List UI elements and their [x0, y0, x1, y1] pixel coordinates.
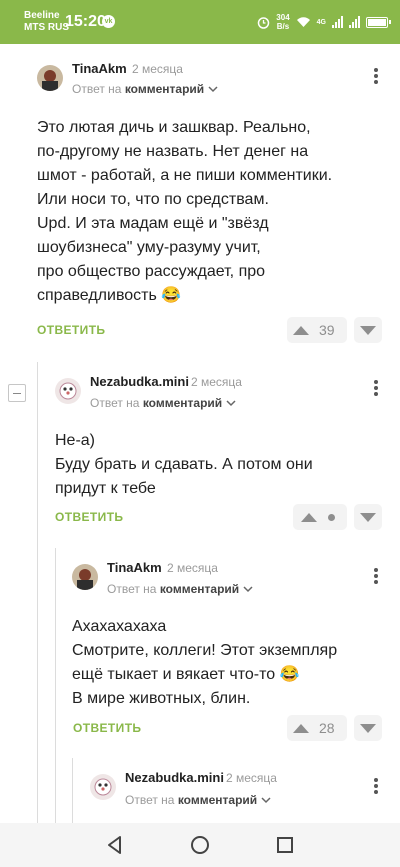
triangle-up-icon[interactable]: [293, 325, 309, 335]
reply-to-target: комментарий: [142, 396, 223, 410]
author-name[interactable]: Nezabudka.mini: [90, 374, 189, 389]
reply-to-link[interactable]: Ответ на комментарий: [125, 793, 271, 807]
comment-text: Не-а) Буду брать и сдавать. А потом они …: [55, 429, 313, 501]
author-name[interactable]: Nezabudka.mini: [125, 770, 224, 785]
vote-box: 28: [287, 715, 347, 741]
text-line: В мире животных, блин.: [72, 690, 251, 707]
reply-to-prefix: Ответ на: [90, 396, 140, 410]
chevron-down-icon: [225, 400, 236, 407]
avatar[interactable]: [37, 65, 63, 91]
chevron-down-icon: [260, 797, 271, 804]
circle-home-icon[interactable]: [188, 833, 212, 857]
reply-button[interactable]: ОТВЕТИТЬ: [37, 323, 105, 337]
vote-score: 28: [319, 720, 335, 736]
chevron-down-icon: [242, 586, 253, 593]
reply-to-prefix: Ответ на: [125, 793, 175, 807]
avatar[interactable]: [90, 774, 116, 800]
reply-to-prefix: Ответ на: [72, 82, 122, 96]
text-line: Ахахахахаха: [72, 618, 167, 635]
vk-notification-icon: vk: [102, 15, 115, 28]
triangle-down-icon: [360, 325, 376, 335]
text-line: Не-а): [55, 432, 96, 449]
speed-unit: B/s: [276, 22, 290, 31]
status-icons: 304 B/s 4G: [257, 11, 391, 33]
square-recents-icon[interactable]: [273, 833, 297, 857]
reply-to-link[interactable]: Ответ на комментарий: [107, 582, 253, 596]
author-name[interactable]: TinaAkm: [107, 560, 162, 575]
vote-box: [293, 504, 347, 530]
comment-text: Ахахахахаха Смотрите, коллеги! Этот экзе…: [72, 615, 337, 711]
text-line: Это лютая дичь и зашквар. Реально,: [37, 119, 311, 136]
reply-to-target: комментарий: [159, 582, 240, 596]
text-line: шмот - работай, а не пиши комментики.: [37, 167, 333, 184]
signal-icon-1: [332, 16, 343, 28]
text-line: про общество рассуждает, про: [37, 263, 266, 280]
carrier-info: Beeline MTS RUS: [24, 10, 69, 34]
text-line: шоубизнеса" уму-разуму учит,: [37, 239, 261, 256]
status-bar: Beeline MTS RUS 15:20 vk 304 B/s 4G: [0, 0, 400, 44]
text-line: по-другому не назвать. Нет денег на: [37, 143, 309, 160]
downvote-button[interactable]: [354, 715, 382, 741]
avatar[interactable]: [72, 564, 98, 590]
reply-to-target: комментарий: [177, 793, 258, 807]
comment-date: 2 месяца: [226, 771, 277, 785]
text-line: Смотрите, коллеги! Этот экземпляр: [72, 642, 338, 659]
carrier-2: MTS RUS: [24, 22, 69, 33]
reply-button[interactable]: ОТВЕТИТЬ: [55, 510, 123, 524]
downvote-button[interactable]: [354, 504, 382, 530]
vote-box: 39: [287, 317, 347, 343]
alarm-icon: [258, 16, 270, 29]
chevron-down-icon: [207, 86, 218, 93]
text-line: ещё тыкает и вякает что-то 😂: [72, 666, 300, 683]
thread-line: [55, 548, 56, 823]
reply-to-link[interactable]: Ответ на комментарий: [72, 82, 218, 96]
comment-date: 2 месяца: [191, 375, 242, 389]
wifi-icon: [296, 17, 310, 27]
reply-button[interactable]: ОТВЕТИТЬ: [73, 721, 141, 735]
text-line: справедливость 😂: [37, 287, 182, 304]
downvote-button[interactable]: [354, 317, 382, 343]
battery-icon: [366, 16, 391, 28]
vote-dot: [328, 513, 335, 521]
thread-line: [37, 362, 38, 823]
reply-to-prefix: Ответ на: [107, 582, 157, 596]
text-line: Буду брать и сдавать. А потом они: [55, 456, 313, 473]
clock: 15:20: [65, 13, 106, 30]
triangle-down-icon: [360, 723, 376, 733]
text-line: Upd. И эта мадам ещё и "звёзд: [37, 215, 269, 232]
author-name[interactable]: TinaAkm: [72, 61, 127, 76]
triangle-down-icon: [360, 512, 376, 522]
comment-text: Это лютая дичь и зашквар. Реально, по-др…: [37, 116, 332, 308]
kebab-icon[interactable]: [370, 66, 382, 88]
triangle-up-icon[interactable]: [293, 723, 309, 733]
kebab-icon[interactable]: [370, 378, 382, 400]
text-line: Или носи то, что по средствам.: [37, 191, 269, 208]
thread-line: [72, 758, 73, 823]
system-nav-bar: [0, 823, 400, 867]
speed-value: 304: [276, 13, 290, 22]
network-speed: 304 B/s: [276, 13, 289, 31]
text-line: придут к тебе: [55, 480, 156, 497]
minus-box-icon[interactable]: [8, 384, 26, 402]
triangle-back-icon[interactable]: [103, 833, 127, 857]
comment-date: 2 месяца: [167, 561, 218, 575]
avatar[interactable]: [55, 378, 81, 404]
comment-date: 2 месяца: [132, 62, 183, 76]
signal-icon-2: [349, 16, 360, 28]
reply-to-target: комментарий: [124, 82, 205, 96]
reply-to-link[interactable]: Ответ на комментарий: [90, 396, 236, 410]
kebab-icon[interactable]: [370, 566, 382, 588]
network-type: 4G: [316, 18, 326, 26]
vote-score: 39: [319, 322, 335, 338]
kebab-icon[interactable]: [370, 776, 382, 798]
triangle-up-icon[interactable]: [301, 512, 317, 522]
carrier-1: Beeline: [24, 10, 60, 21]
